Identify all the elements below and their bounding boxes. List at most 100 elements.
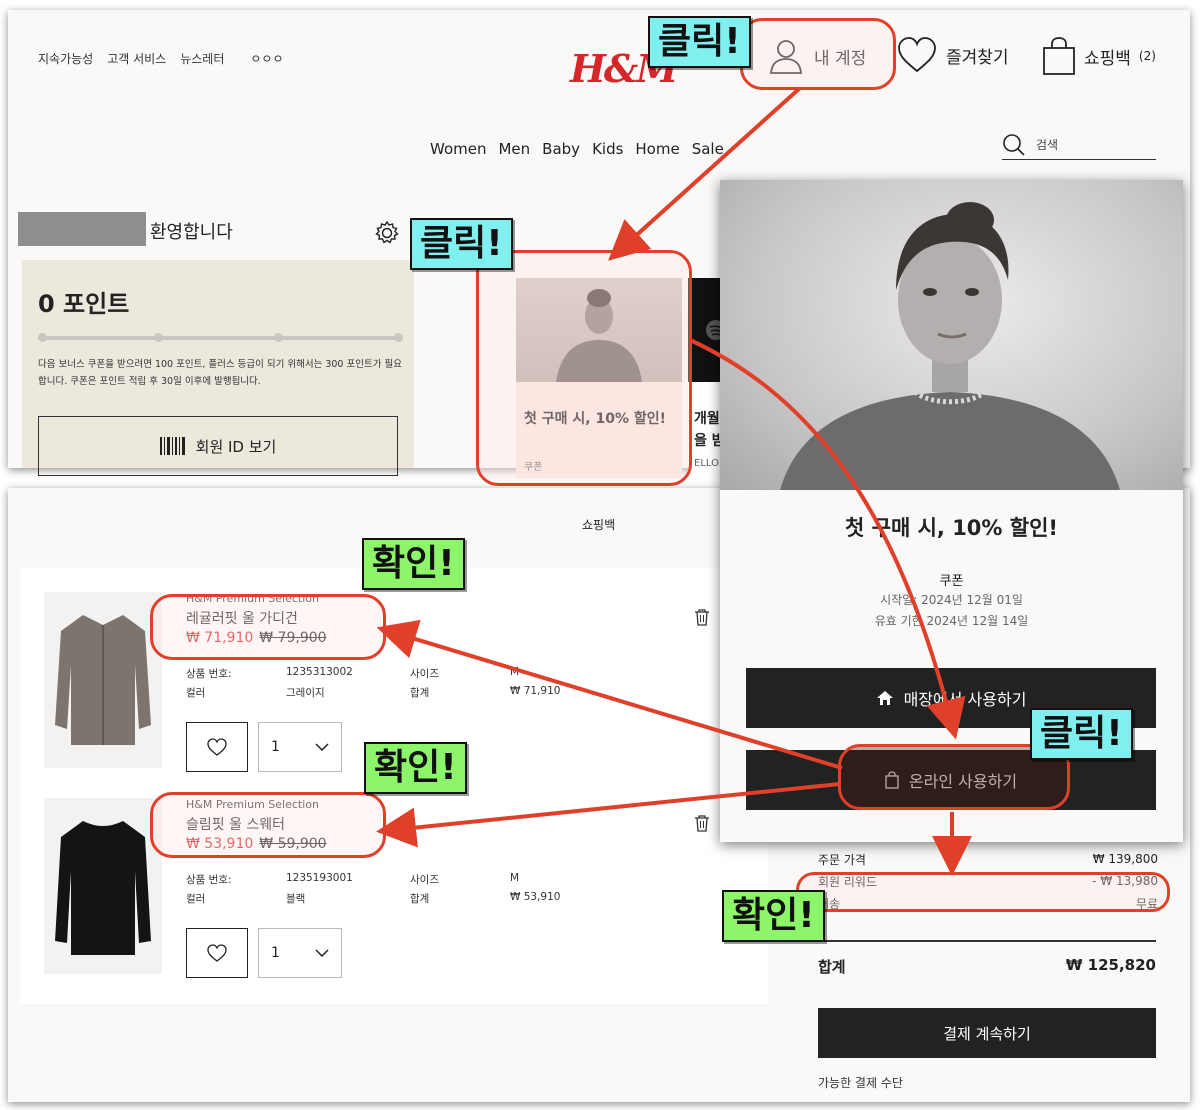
item2-qty: 1 (271, 945, 280, 961)
member-reward-label: 회원 리워드 (818, 874, 878, 889)
shopping-bag-icon (885, 771, 899, 789)
heart-icon (207, 738, 227, 756)
points-card: 0 포인트 다음 보너스 쿠폰을 받으려면 100 포인트, 플러스 등급이 되… (22, 260, 414, 476)
item2-favorite-button[interactable] (186, 928, 248, 978)
coupon-title: 첫 구매 시, 10% 할인! (845, 516, 1058, 540)
item1-article-no: 1235313002 (286, 666, 353, 678)
summary-divider (818, 940, 1156, 942)
offer-photo (516, 278, 682, 382)
spec-label: 합계 (410, 893, 430, 905)
coupon-start-date: 시작일: 2024년 12월 01일 (880, 593, 1023, 607)
item2-quantity-select[interactable]: 1 (258, 928, 342, 978)
user-icon (770, 40, 802, 74)
my-account-button[interactable]: 내 계정 (766, 36, 866, 76)
top-links: 지속가능성 고객 서비스 뉴스레터 ㅇㅇㅇ (38, 50, 284, 67)
shopping-bag-button[interactable]: 쇼핑백 (2) (1042, 36, 1156, 76)
stage: 지속가능성 고객 서비스 뉴스레터 ㅇㅇㅇ H&M 내 계정 즐겨찾기 쇼핑백(… (0, 0, 1200, 1110)
bag-count: (2) (1138, 49, 1156, 63)
item2-name[interactable]: 슬림핏 울 스웨터 (186, 814, 285, 834)
item2-price: ₩ 53,910 ₩ 59,900 (186, 836, 327, 852)
item1-price: ₩ 71,910 ₩ 79,900 (186, 630, 327, 646)
welcome-text: 환영합니다 (150, 222, 233, 243)
search-input[interactable]: 검색 (1002, 130, 1156, 160)
gear-icon[interactable] (374, 220, 400, 246)
redacted-username (18, 212, 146, 246)
my-account-label: 내 계정 (814, 48, 867, 69)
item2-original-price: ₩ 59,900 (259, 836, 327, 852)
coupon-dates: 시작일: 2024년 12월 01일 유효 기한 2024년 12월 14일 (720, 590, 1183, 632)
nav-men[interactable]: Men (498, 140, 530, 158)
item2-brand: H&M Premium Selection (186, 798, 319, 811)
annotation-confirm-item1: 확인! (362, 538, 465, 590)
order-value-row: 주문 가격 ₩ 139,800 (818, 848, 1158, 870)
delivery-row: 배송 무료 (818, 892, 1158, 914)
annotation-confirm-item2: 확인! (364, 742, 467, 794)
item1-favorite-button[interactable] (186, 722, 248, 772)
item1-quantity-select[interactable]: 1 (258, 722, 342, 772)
sweater-image[interactable] (44, 798, 162, 974)
item2-sale-price: ₩ 53,910 (186, 836, 254, 852)
spec-label: 컬러 (186, 687, 206, 699)
top-link-sustainability[interactable]: 지속가능성 (38, 50, 93, 67)
coupon-photo (720, 180, 1183, 490)
spec-label: 상품 번호: (186, 874, 232, 886)
search-placeholder: 검색 (1036, 138, 1059, 152)
top-link-customer-service[interactable]: 고객 서비스 (107, 50, 166, 67)
item1-size: M (510, 666, 520, 678)
heart-icon (898, 37, 936, 73)
order-summary: 주문 가격 ₩ 139,800 회원 리워드 - ₩ 13,980 배송 무료 … (818, 848, 1158, 1090)
item2-total: ₩ 53,910 (510, 891, 561, 903)
home-icon (876, 691, 893, 705)
points-description: 다음 보너스 쿠폰을 받으려면 100 포인트, 플러스 등급이 되기 위해서는… (38, 359, 402, 387)
offer-title: 첫 구매 시, 10% 할인! (524, 411, 666, 427)
favorites-button[interactable]: 즐겨찾기 (896, 36, 1009, 74)
total-row: 합계 ₩ 125,820 (818, 956, 1156, 977)
nav-kids[interactable]: Kids (592, 140, 623, 158)
item1-trash-icon[interactable] (694, 608, 710, 626)
offer2-tag: ELLO (694, 458, 719, 469)
nav-baby[interactable]: Baby (542, 140, 580, 158)
use-in-store-label: 매장에서 사용하기 (903, 690, 1027, 709)
member-reward-value: - ₩ 13,980 (1092, 874, 1158, 888)
annotation-click-account: 클릭! (648, 16, 751, 68)
spec-label: 합계 (410, 687, 430, 699)
member-id-button[interactable]: 회원 ID 보기 (38, 416, 398, 476)
item1-brand: H&M Premium Selection (186, 592, 319, 605)
item1-qty: 1 (271, 739, 280, 755)
order-value-label: 주문 가격 (818, 852, 866, 867)
first-purchase-offer-card[interactable]: 첫 구매 시, 10% 할인! 쿠폰 (516, 278, 682, 478)
member-id-label: 회원 ID 보기 (195, 437, 277, 456)
coupon-type: 쿠폰 (939, 574, 964, 589)
order-value: ₩ 139,800 (1092, 852, 1158, 866)
item1-total: ₩ 71,910 (510, 685, 561, 697)
nav-sale[interactable]: Sale (692, 140, 724, 158)
item1-name[interactable]: 레귤러핏 울 가디건 (186, 608, 298, 628)
chevron-down-icon (315, 743, 329, 751)
spec-label: 상품 번호: (186, 668, 232, 680)
main-nav: Women Men Baby Kids Home Sale (430, 140, 724, 158)
cart-title: 쇼핑백 (582, 518, 616, 532)
total-value: ₩ 125,820 (1065, 956, 1156, 974)
annotation-confirm-reward: 확인! (722, 890, 825, 942)
points-progress-bar (38, 333, 403, 342)
item2-trash-icon[interactable] (694, 814, 710, 832)
cardigan-image[interactable] (44, 592, 162, 768)
nav-home[interactable]: Home (635, 140, 679, 158)
delivery-value: 무료 (1135, 896, 1158, 911)
item1-original-price: ₩ 79,900 (259, 630, 327, 646)
spec-label: 사이즈 (410, 668, 439, 680)
spec-label: 사이즈 (410, 874, 439, 886)
member-reward-row: 회원 리워드 - ₩ 13,980 (818, 870, 1158, 892)
annotation-click-online: 클릭! (1030, 708, 1133, 760)
checkout-button[interactable]: 결제 계속하기 (818, 1008, 1156, 1058)
top-link-more[interactable]: ㅇㅇㅇ (250, 50, 283, 67)
item2-color: 블랙 (286, 893, 306, 905)
top-link-newsletter[interactable]: 뉴스레터 (180, 50, 224, 67)
points-title: 0 포인트 (38, 290, 130, 318)
nav-women[interactable]: Women (430, 140, 486, 158)
favorites-label: 즐겨찾기 (946, 47, 1009, 68)
item1-color: 그레이지 (286, 687, 325, 699)
chevron-down-icon (315, 949, 329, 957)
payment-methods-label: 가능한 결제 수단 (818, 1076, 903, 1090)
annotation-click-offer: 클릭! (410, 218, 513, 270)
